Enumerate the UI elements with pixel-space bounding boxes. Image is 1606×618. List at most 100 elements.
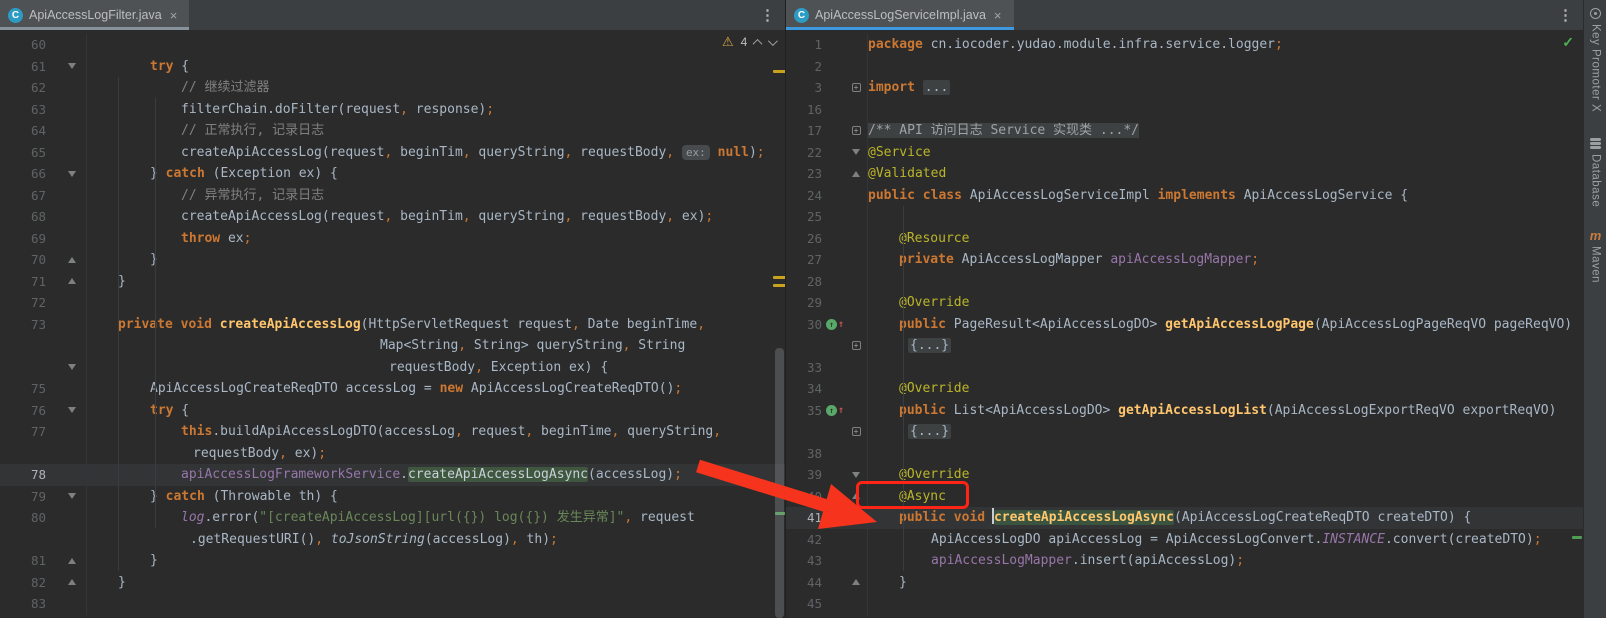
- line-number[interactable]: 69: [0, 228, 46, 250]
- right-code-editor[interactable]: 1package cn.iocoder.yudao.module.infra.s…: [786, 30, 1583, 615]
- line-number[interactable]: 45: [786, 593, 822, 615]
- line-number[interactable]: 67: [0, 185, 46, 207]
- line-number[interactable]: 41: [786, 507, 822, 529]
- fold-marker[interactable]: [60, 249, 84, 271]
- line-number[interactable]: [0, 357, 46, 379]
- override-gutter-icon[interactable]: ↑↑: [826, 512, 844, 523]
- line-number[interactable]: 38: [786, 443, 822, 465]
- line-number[interactable]: 1: [786, 34, 822, 56]
- line-number[interactable]: 26: [786, 228, 822, 250]
- folded-region[interactable]: ...: [923, 80, 950, 95]
- inspections-widget[interactable]: ⚠ 4: [722, 35, 775, 49]
- line-number[interactable]: 60: [0, 34, 46, 56]
- code-line[interactable]: 28: [786, 271, 1583, 293]
- line-number[interactable]: 27: [786, 249, 822, 271]
- code-line[interactable]: 17+/** API 访问日志 Service 实现类 ...*/: [786, 120, 1583, 142]
- line-number[interactable]: 64: [0, 120, 46, 142]
- fold-marker[interactable]: [846, 163, 866, 185]
- code-line[interactable]: 34@Override: [786, 378, 1583, 400]
- line-number[interactable]: 80: [0, 507, 46, 529]
- fold-marker[interactable]: +: [846, 120, 866, 142]
- line-number[interactable]: 63: [0, 99, 46, 121]
- fold-marker[interactable]: +: [846, 335, 866, 357]
- line-number[interactable]: 33: [786, 357, 822, 379]
- folded-region[interactable]: {...}: [908, 338, 951, 353]
- code-line[interactable]: 23@Validated: [786, 163, 1583, 185]
- code-line[interactable]: 61try {: [0, 56, 785, 78]
- code-line[interactable]: 22@Service: [786, 142, 1583, 164]
- code-line[interactable]: 38: [786, 443, 1583, 465]
- line-number[interactable]: 23: [786, 163, 822, 185]
- code-line[interactable]: 43apiAccessLogMapper.insert(apiAccessLog…: [786, 550, 1583, 572]
- line-number[interactable]: 81: [0, 550, 46, 572]
- line-number[interactable]: 82: [0, 572, 46, 594]
- fold-marker[interactable]: [846, 572, 866, 594]
- code-line[interactable]: 33: [786, 357, 1583, 379]
- error-stripe-mark[interactable]: [773, 70, 786, 73]
- code-line[interactable]: 1package cn.iocoder.yudao.module.infra.s…: [786, 34, 1583, 56]
- fold-marker[interactable]: [60, 163, 84, 185]
- code-line[interactable]: 30↑↑public PageResult<ApiAccessLogDO> ge…: [786, 314, 1583, 336]
- line-number[interactable]: 22: [786, 142, 822, 164]
- fold-marker[interactable]: [60, 486, 84, 508]
- line-number[interactable]: 72: [0, 292, 46, 314]
- fold-marker[interactable]: [60, 271, 84, 293]
- line-number[interactable]: 68: [0, 206, 46, 228]
- folded-region[interactable]: {...}: [908, 424, 951, 439]
- fold-marker[interactable]: [60, 400, 84, 422]
- line-number[interactable]: [786, 421, 822, 443]
- line-number[interactable]: 24: [786, 185, 822, 207]
- line-number[interactable]: 73: [0, 314, 46, 336]
- override-gutter-icon[interactable]: ↑↑: [826, 405, 844, 416]
- fold-marker[interactable]: [846, 142, 866, 164]
- line-number[interactable]: 39: [786, 464, 822, 486]
- code-line[interactable]: 16: [786, 99, 1583, 121]
- code-line[interactable]: 42ApiAccessLogDO apiAccessLog = ApiAcces…: [786, 529, 1583, 551]
- line-number[interactable]: 76: [0, 400, 46, 422]
- more-options-icon[interactable]: ⋮: [1548, 0, 1583, 30]
- code-line[interactable]: 44}: [786, 572, 1583, 594]
- scrollbar-thumb[interactable]: [775, 348, 784, 618]
- code-line[interactable]: 83: [0, 593, 785, 615]
- line-number[interactable]: 65: [0, 142, 46, 164]
- line-number[interactable]: 62: [0, 77, 46, 99]
- line-number[interactable]: [786, 335, 822, 357]
- line-number[interactable]: 42: [786, 529, 822, 551]
- close-icon[interactable]: ×: [994, 8, 1002, 23]
- tool-window-button-key-promoter[interactable]: Key Promoter X: [1584, 8, 1606, 112]
- line-number[interactable]: 70: [0, 249, 46, 271]
- code-line[interactable]: 29@Override: [786, 292, 1583, 314]
- line-number[interactable]: 28: [786, 271, 822, 293]
- code-line[interactable]: 2: [786, 56, 1583, 78]
- line-number[interactable]: 78: [0, 464, 46, 486]
- code-line[interactable]: 27private ApiAccessLogMapper apiAccessLo…: [786, 249, 1583, 271]
- code-line[interactable]: 26@Resource: [786, 228, 1583, 250]
- line-number[interactable]: 40: [786, 486, 822, 508]
- code-line[interactable]: 35↑↑public List<ApiAccessLogDO> getApiAc…: [786, 400, 1583, 422]
- code-line[interactable]: 3+import ...: [786, 77, 1583, 99]
- tool-window-button-maven[interactable]: m Maven: [1584, 230, 1606, 283]
- fold-marker[interactable]: +: [846, 421, 866, 443]
- line-number[interactable]: [0, 335, 46, 357]
- line-number[interactable]: [0, 443, 46, 465]
- override-gutter-icon[interactable]: ↑↑: [826, 319, 844, 330]
- tab-apiaccesslogserviceimpl[interactable]: C ApiAccessLogServiceImpl.java ×: [786, 0, 1014, 30]
- line-number[interactable]: 30: [786, 314, 822, 336]
- line-number[interactable]: 17: [786, 120, 822, 142]
- fold-marker[interactable]: [60, 357, 84, 379]
- line-number[interactable]: 79: [0, 486, 46, 508]
- line-number[interactable]: [0, 529, 46, 551]
- error-stripe-mark[interactable]: [773, 284, 786, 287]
- error-stripe-mark[interactable]: [1572, 536, 1582, 539]
- line-number[interactable]: 66: [0, 163, 46, 185]
- close-icon[interactable]: ×: [170, 8, 178, 23]
- code-line[interactable]: 24public class ApiAccessLogServiceImpl i…: [786, 185, 1583, 207]
- inspections-ok-icon[interactable]: ✓: [1562, 34, 1574, 51]
- code-line[interactable]: 41↑↑public void createApiAccessLogAsync(…: [786, 507, 1583, 529]
- line-number[interactable]: 25: [786, 206, 822, 228]
- line-number[interactable]: 3: [786, 77, 822, 99]
- code-line[interactable]: 82}: [0, 572, 785, 594]
- tab-apiaccesslogfilter[interactable]: C ApiAccessLogFilter.java ×: [0, 0, 189, 30]
- line-number[interactable]: 34: [786, 378, 822, 400]
- code-line[interactable]: 45: [786, 593, 1583, 615]
